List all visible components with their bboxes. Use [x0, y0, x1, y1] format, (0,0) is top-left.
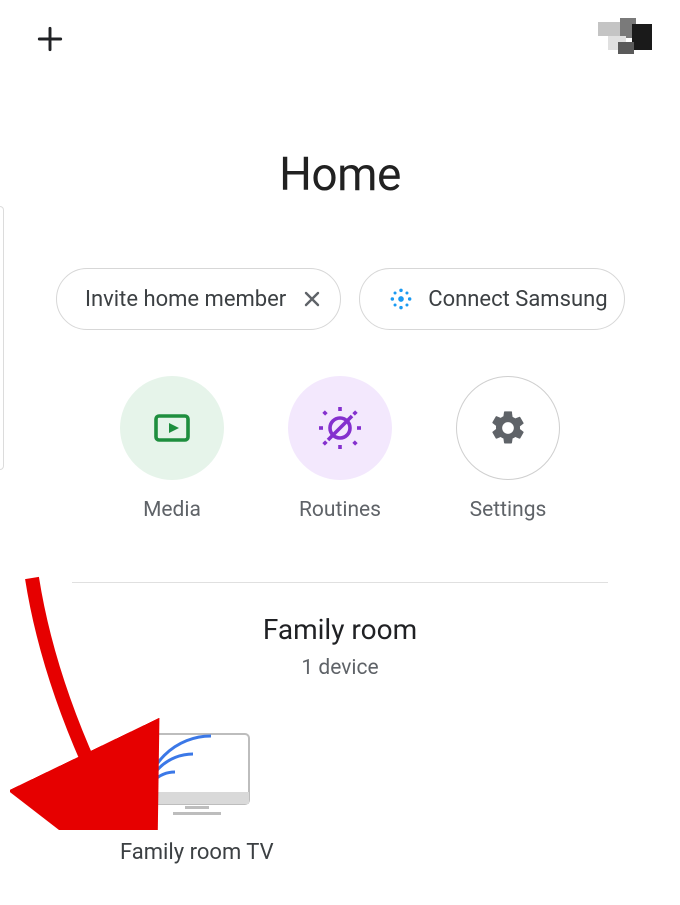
devices-row: Family room TV	[0, 730, 680, 865]
settings-circle	[456, 376, 560, 480]
gear-icon	[488, 408, 528, 448]
account-avatar[interactable]	[598, 18, 660, 60]
routines-icon	[316, 404, 364, 452]
shortcuts-row: Media Routines Settings	[0, 376, 680, 522]
room-subtitle: 1 device	[0, 656, 680, 680]
suggestion-chips: Invite home member Connect Samsung	[0, 268, 680, 330]
close-icon[interactable]	[300, 287, 324, 311]
media-icon	[148, 404, 196, 452]
chip-connect-samsung[interactable]: Connect Samsung	[359, 268, 624, 330]
chip-label: Connect Samsung	[428, 287, 607, 312]
media-circle	[120, 376, 224, 480]
room-name: Family room	[0, 613, 680, 646]
shortcut-routines[interactable]: Routines	[288, 376, 392, 522]
left-edge-decoration	[0, 206, 4, 470]
divider	[72, 582, 608, 583]
shortcut-media[interactable]: Media	[120, 376, 224, 522]
cast-tv-icon	[139, 730, 255, 822]
device-label: Family room TV	[120, 840, 274, 865]
device-family-room-tv[interactable]: Family room TV	[120, 730, 274, 865]
room-section: Family room 1 device	[0, 613, 680, 680]
routines-circle	[288, 376, 392, 480]
plus-icon	[34, 23, 66, 55]
add-button[interactable]	[32, 21, 68, 57]
top-bar	[0, 0, 680, 60]
shortcut-label: Media	[143, 498, 201, 522]
shortcut-label: Settings	[470, 498, 547, 522]
page-title: Home	[0, 148, 680, 202]
smartthings-icon	[388, 286, 414, 312]
chip-label: Invite home member	[85, 287, 286, 312]
chip-invite-member[interactable]: Invite home member	[56, 268, 341, 330]
shortcut-settings[interactable]: Settings	[456, 376, 560, 522]
shortcut-label: Routines	[299, 498, 381, 522]
